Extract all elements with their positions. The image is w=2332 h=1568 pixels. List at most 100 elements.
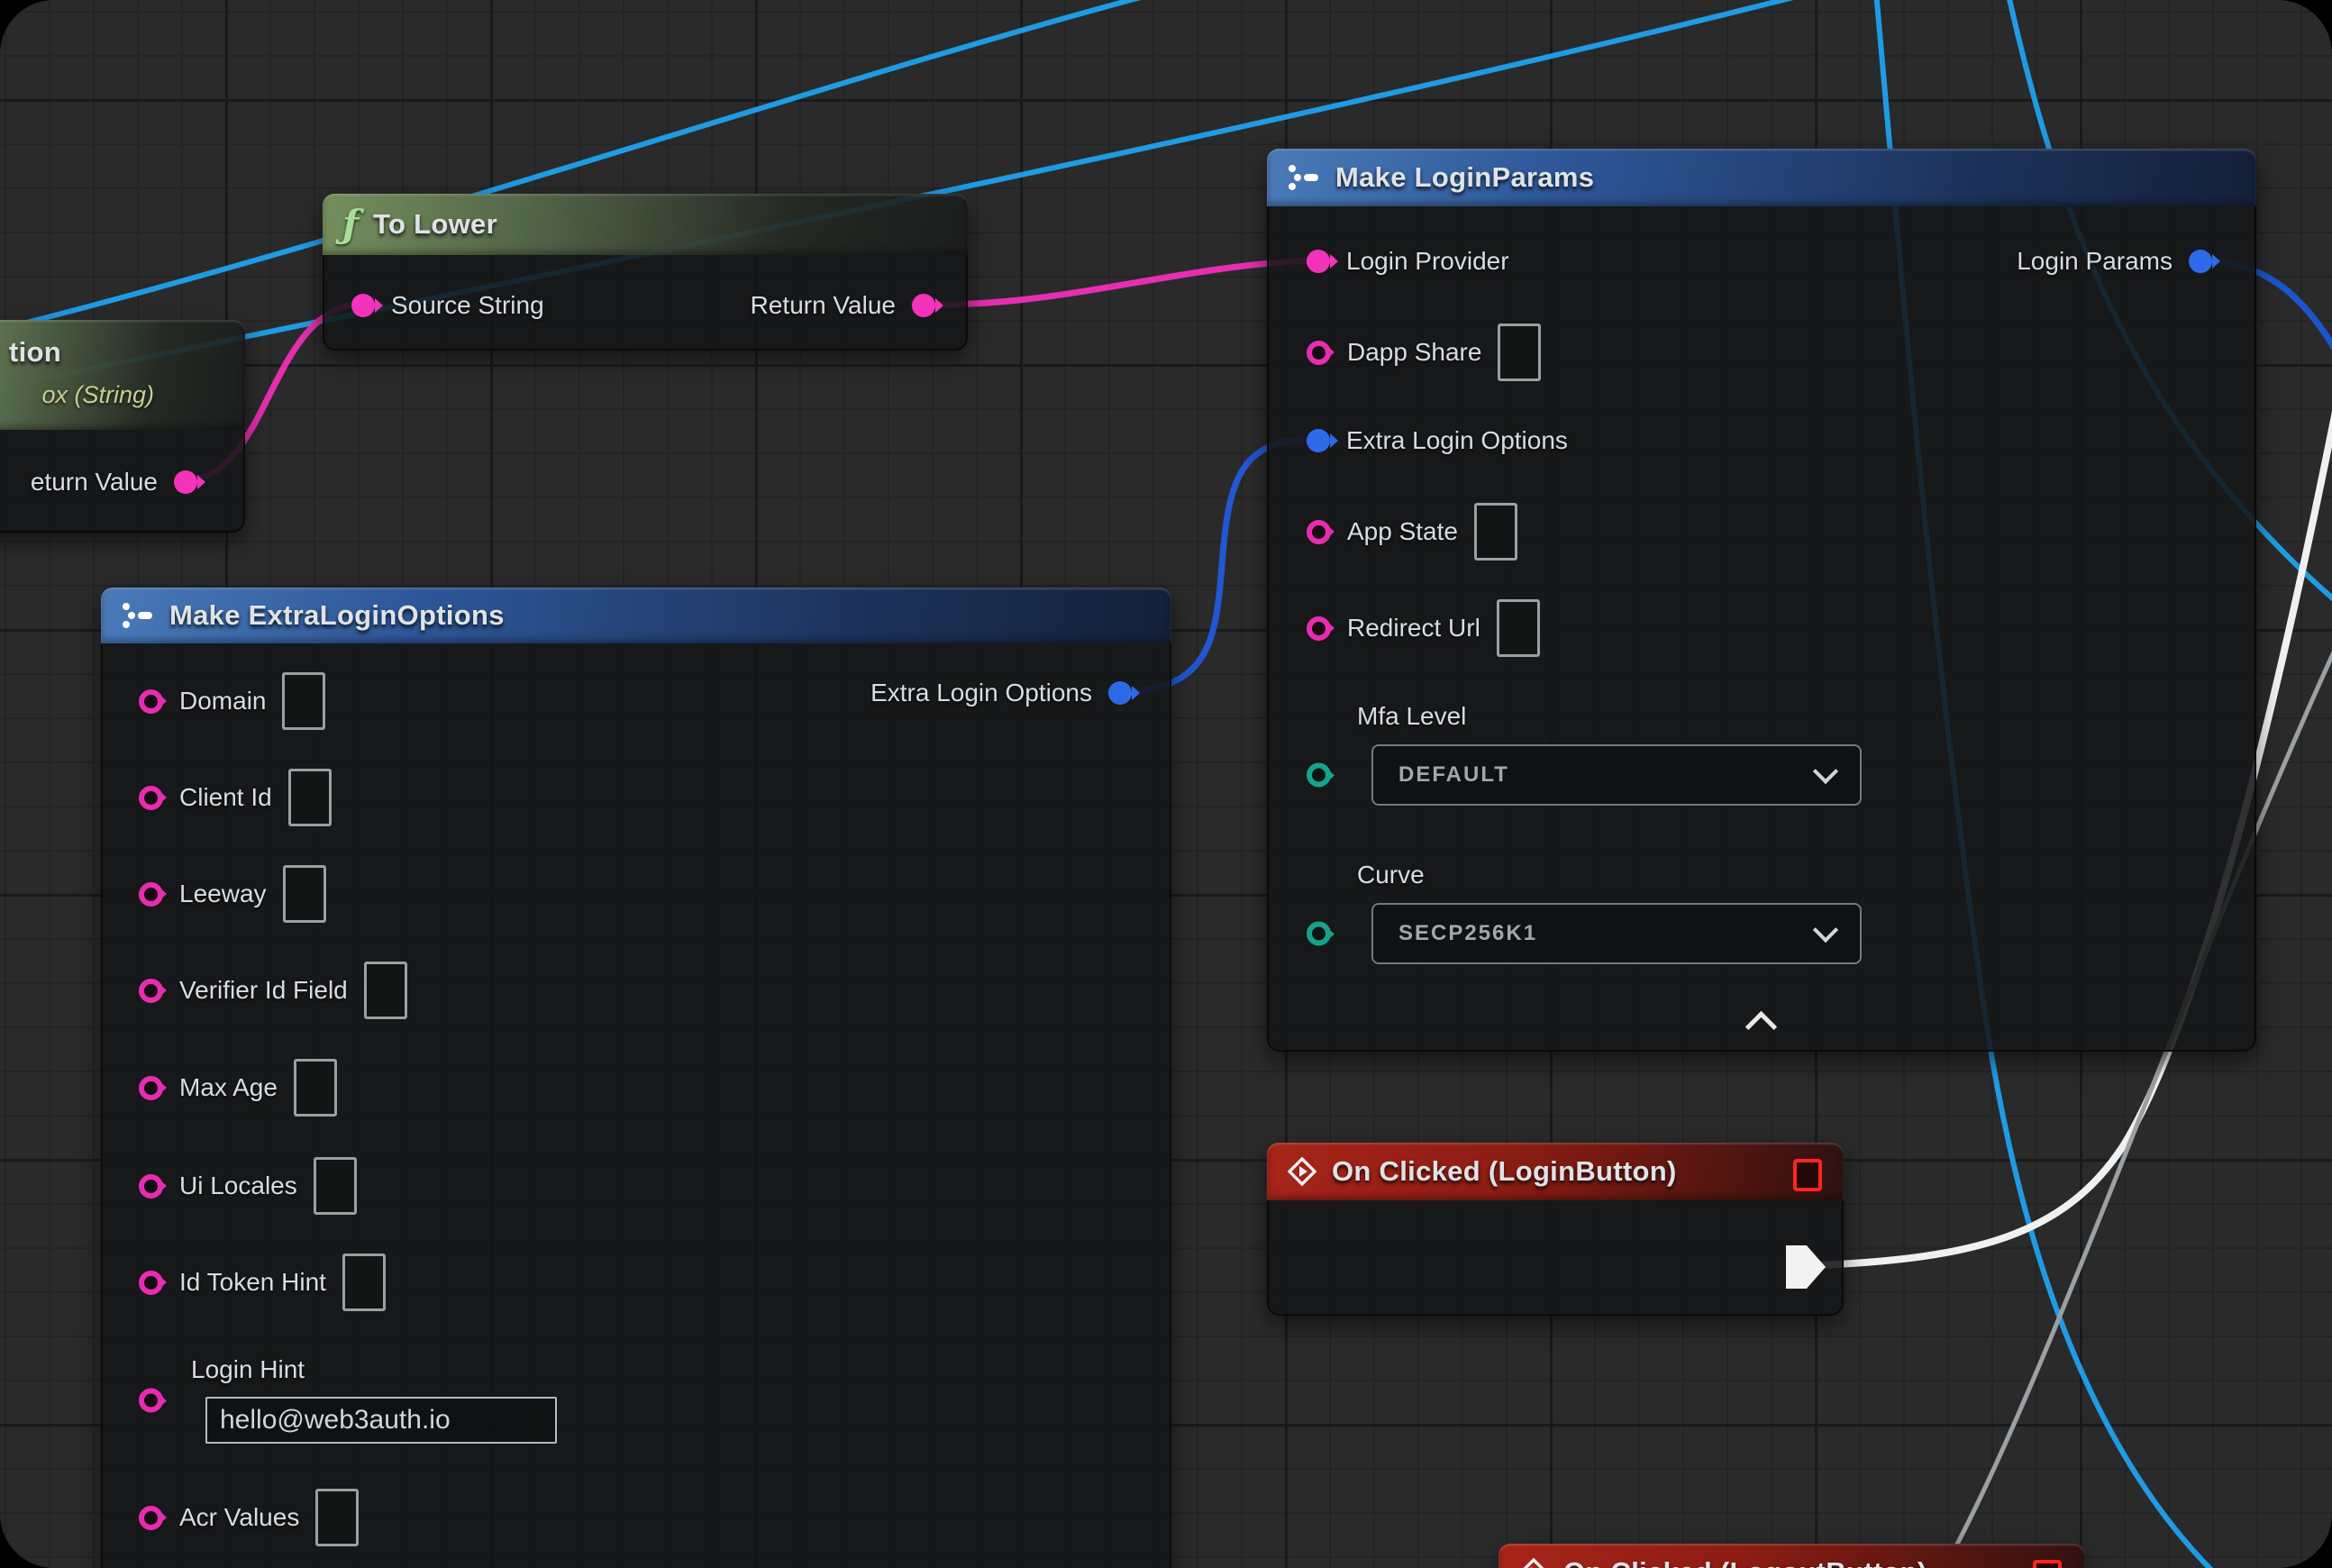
login-params-out-pin[interactable] [2189,250,2212,273]
pin-row-extra-login-options-in: Extra Login Options [1307,426,1568,455]
login-params-out-row: Login Params [2017,247,2212,276]
mfa-level-label: Mfa Level [1357,702,1466,731]
extra-login-options-in-label: Extra Login Options [1346,426,1568,455]
node-to-lower[interactable]: ƒ To Lower Source String Return Value [323,194,968,351]
source-string-pin[interactable] [351,294,375,317]
domain-pin[interactable] [139,689,163,714]
return-value-pin-row: Return Value [751,291,935,320]
pin-row-max-age: Max Age [139,1059,337,1117]
wire-tolower-to-provider[interactable] [914,260,1308,305]
login-provider-label: Login Provider [1346,247,1509,276]
node-header[interactable]: tion ox (String) [0,320,245,430]
ui-locales-pin[interactable] [139,1174,163,1199]
domain-label: Domain [179,687,266,716]
node-get-selected-option-partial[interactable]: tion ox (String) eturn Value [0,320,245,533]
dapp-share-input-box[interactable] [1498,324,1541,381]
id-token-hint-pin[interactable] [139,1271,163,1295]
verifier-id-field-pin[interactable] [139,979,163,1003]
pin-row-dapp-share: Dapp Share [1307,324,1541,381]
redirect-url-pin[interactable] [1307,616,1331,641]
blueprint-canvas[interactable]: tion ox (String) eturn Value ƒ To Lower … [0,0,2332,1568]
dapp-share-label: Dapp Share [1347,338,1481,367]
domain-input-box[interactable] [282,672,325,730]
verifier-id-field-input-box[interactable] [364,962,407,1019]
return-value-pin-row: eturn Value [31,468,197,497]
source-string-label: Source String [391,291,544,320]
curve-value: SECP256K1 [1398,921,1537,946]
extra-login-options-out-label: Extra Login Options [870,679,1092,707]
client-id-pin[interactable] [139,786,163,810]
source-string-pin-row: Source String [351,291,544,320]
leeway-pin[interactable] [139,882,163,907]
return-value-pin[interactable] [174,470,197,494]
login-params-label: Login Params [2017,247,2173,276]
verifier-id-field-label: Verifier Id Field [179,976,348,1005]
extra-login-options-out-pin[interactable] [1108,681,1132,705]
max-age-label: Max Age [179,1073,278,1102]
collapse-node-chevron-icon[interactable] [1745,1011,1777,1043]
login-provider-pin[interactable] [1307,250,1330,273]
function-f-icon: ƒ [342,205,359,243]
id-token-hint-input-box[interactable] [342,1253,386,1311]
exec-out-pin[interactable] [1786,1245,1826,1289]
max-age-pin[interactable] [139,1076,163,1100]
node-on-clicked-logout-button[interactable]: On Clicked (LogoutButton) [1498,1544,2085,1568]
pin-row-curve [1307,922,1331,946]
delegate-pin[interactable] [1793,1159,1822,1191]
node-make-login-params[interactable]: Make LoginParams Login Provider Login Pa… [1267,149,2256,1052]
return-value-label: eturn Value [31,468,158,497]
ui-locales-input-box[interactable] [314,1157,357,1215]
curve-dropdown[interactable]: SECP256K1 [1371,903,1862,964]
node-title-fragment: tion [9,336,61,369]
extra-login-options-out-row: Extra Login Options [870,679,1132,707]
node-title: Make LoginParams [1335,161,1594,194]
redirect-url-input-box[interactable] [1497,599,1540,657]
return-value-pin[interactable] [912,294,935,317]
blueprint-editor: { "colors": { "magenta_pin": "#e62db0", … [0,0,2332,1568]
app-state-input-box[interactable] [1474,503,1517,561]
acr-values-pin[interactable] [139,1506,163,1530]
node-title: To Lower [373,208,497,241]
pin-row-client-id: Client Id [139,769,332,826]
leeway-input-box[interactable] [283,865,326,923]
leeway-label: Leeway [179,880,267,908]
client-id-input-box[interactable] [288,769,332,826]
acr-values-input-box[interactable] [315,1489,359,1546]
node-header[interactable]: On Clicked (LoginButton) [1267,1143,1844,1200]
id-token-hint-label: Id Token Hint [179,1268,326,1297]
acr-values-label: Acr Values [179,1503,299,1532]
curve-pin[interactable] [1307,922,1331,946]
ui-locales-label: Ui Locales [179,1171,297,1200]
node-title: On Clicked (LogoutButton) [1563,1556,1927,1568]
mfa-level-dropdown[interactable]: DEFAULT [1371,744,1862,806]
node-subtitle-fragment: ox (String) [41,381,154,409]
pin-row-id-token-hint: Id Token Hint [139,1253,386,1311]
node-header[interactable]: ƒ To Lower [323,194,968,255]
dapp-share-pin[interactable] [1307,341,1331,365]
node-header[interactable]: On Clicked (LogoutButton) [1498,1544,2085,1568]
client-id-label: Client Id [179,783,272,812]
node-on-clicked-login-button[interactable]: On Clicked (LoginButton) [1267,1143,1844,1316]
make-struct-icon [121,601,155,630]
app-state-pin[interactable] [1307,520,1331,544]
node-title: On Clicked (LoginButton) [1332,1155,1677,1188]
login-hint-value: hello@web3auth.io [220,1405,451,1436]
node-make-extra-login-options[interactable]: Make ExtraLoginOptions Extra Login Optio… [101,588,1171,1568]
chevron-down-icon [1813,917,1838,943]
login-hint-pin[interactable] [139,1389,163,1413]
node-header[interactable]: Make ExtraLoginOptions [101,588,1171,643]
node-header[interactable]: Make LoginParams [1267,149,2256,206]
mfa-level-pin[interactable] [1307,763,1331,788]
extra-login-options-in-pin[interactable] [1307,429,1330,452]
chevron-down-icon [1813,759,1838,784]
login-hint-input[interactable]: hello@web3auth.io [205,1397,557,1444]
app-state-label: App State [1347,517,1458,546]
redirect-url-label: Redirect Url [1347,614,1480,643]
pin-row-ui-locales: Ui Locales [139,1157,357,1215]
pin-row-verifier-id-field: Verifier Id Field [139,962,407,1019]
max-age-input-box[interactable] [294,1059,337,1117]
curve-label: Curve [1357,861,1425,889]
delegate-pin[interactable] [2033,1560,2062,1568]
node-title: Make ExtraLoginOptions [169,599,505,632]
pin-row-login-provider: Login Provider [1307,247,1509,276]
